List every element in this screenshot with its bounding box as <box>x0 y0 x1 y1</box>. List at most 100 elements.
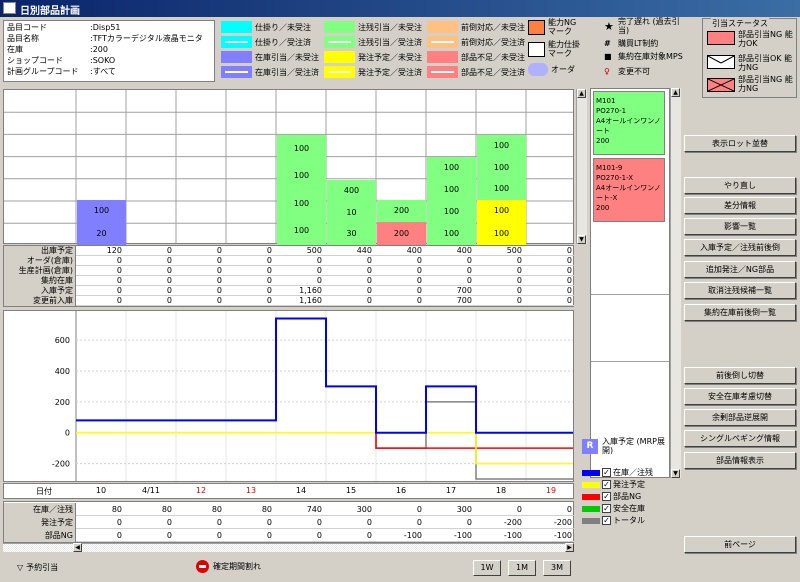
allocation-block[interactable]: 100 20 <box>77 200 126 245</box>
date-label: 日付 <box>36 487 52 496</box>
action-button[interactable]: 余剰部品逆展開 <box>684 409 796 426</box>
scroll-up-icon[interactable]: ▲ <box>577 89 586 98</box>
summary-cell: 80 <box>111 505 122 514</box>
square-icon: ■ <box>604 52 612 61</box>
date-cell: 15 <box>345 486 357 495</box>
allocation-block[interactable]: 100 100 100 100 <box>427 157 476 245</box>
action-button[interactable]: 集約在庫前後倒一覧 <box>684 304 796 321</box>
summary-cell: 0 <box>366 518 372 527</box>
lot-card[interactable]: M101-9 PO270-1-X A4オールインワンノート-X 200 <box>593 158 665 222</box>
y-tick-label: 400 <box>55 367 70 376</box>
qty-cell: 0 <box>516 296 522 305</box>
check-icon[interactable]: ✓ <box>602 516 611 525</box>
y-tick-label: 0 <box>65 429 70 438</box>
allocation-block[interactable]: 100 100 100 100 <box>277 135 326 245</box>
action-button[interactable]: 前後倒し切替 <box>684 367 796 384</box>
quantity-row: 集約在庫 0 0 0 0 0 0 0 0 0 0 <box>4 276 575 286</box>
allocation-grid[interactable]: 100 20 100 100 100 100 400 10 30 200 200 100 100 100 1… <box>3 89 574 245</box>
qty-cell: 0 <box>366 296 372 305</box>
series-checkbox[interactable]: ✓ 在庫／注残 <box>582 467 653 478</box>
summary-cell: -100 <box>553 531 572 540</box>
legend-item: 在庫引当／受注済 <box>221 65 319 79</box>
summary-cell: 0 <box>216 518 222 527</box>
action-button[interactable]: 追加発注／NG部品 <box>684 261 796 278</box>
action-button[interactable]: 安全在庫考慮切替 <box>684 388 796 405</box>
status-ok-ng-label: 部品引当OK 能力NG <box>738 54 793 72</box>
action-button[interactable]: 部品情報表示 <box>684 452 796 469</box>
lot-scroll-up-icon[interactable]: ▲ <box>671 88 680 97</box>
legend-label: 注残引当／未受注 <box>358 22 422 32</box>
lot-card[interactable]: M101 PO270-1 A4オールインワンノート 200 <box>593 91 665 155</box>
legend-item: 注残引当／受注済 <box>324 35 422 49</box>
action-button[interactable]: 入庫予定／注残前後倒 <box>684 239 796 256</box>
scroll-left-icon[interactable]: ◀ <box>73 543 82 552</box>
allocation-block[interactable]: 200 <box>377 200 426 222</box>
block-qty: 100 <box>493 162 510 172</box>
legend-item: 注残引当／未受注 <box>324 20 422 34</box>
series-color-swatch <box>582 517 600 524</box>
allocation-block[interactable]: 200 <box>377 222 426 245</box>
action-button[interactable]: やり直し <box>684 177 796 194</box>
check-icon[interactable]: ✓ <box>602 480 611 489</box>
scroll-down-icon[interactable]: ▼ <box>577 235 586 244</box>
grid-vscroll[interactable]: ▲ ▼ <box>576 89 587 244</box>
check-icon[interactable]: ✓ <box>602 492 611 501</box>
action-button[interactable]: 差分情報 <box>684 197 796 214</box>
scroll-right-icon[interactable]: ▶ <box>565 543 574 552</box>
qty-cell: 0 <box>166 276 172 285</box>
table-hscroll[interactable]: ◀ ▶ <box>3 543 574 552</box>
lot-vscroll[interactable]: ▲ ▼ <box>670 88 681 478</box>
action-button[interactable]: 取消注残候補一覧 <box>684 282 796 299</box>
action-button[interactable]: シングルペギング情報 <box>684 430 796 447</box>
y-tick-label: -200 <box>52 460 70 469</box>
block-qty: 100 <box>443 229 460 238</box>
qty-cell: 0 <box>166 286 172 295</box>
qty-cell: 500 <box>306 246 322 255</box>
series-color-swatch <box>582 469 600 476</box>
hash-icon: # <box>604 39 611 48</box>
qty-cell: 0 <box>116 276 122 285</box>
series-checkbox[interactable]: ✓ 安全在庫 <box>582 503 645 514</box>
action-button[interactable]: 表示ロット並替 <box>684 135 796 152</box>
allocation-block[interactable]: 100 100 100 <box>477 135 526 200</box>
status-caption: 引当ステータス <box>711 18 769 29</box>
series-checkbox[interactable]: ✓ 発注予定 <box>582 479 645 490</box>
kakutei-legend: 確定期間割れ <box>196 560 261 573</box>
qty-cell: 0 <box>366 266 372 275</box>
row-label: 部品NG <box>4 529 76 542</box>
shikake-mark-icon <box>528 41 545 57</box>
qty-cell: 0 <box>216 296 222 305</box>
row-label: 集約在庫 <box>4 276 76 286</box>
qty-cell: 0 <box>566 256 572 265</box>
summary-cell: 0 <box>516 505 522 514</box>
action-button[interactable]: 前ページ <box>684 536 796 553</box>
series-checkbox[interactable]: ✓ トータル <box>582 515 645 526</box>
qty-cell: 120 <box>106 246 122 255</box>
summary-table: 在庫／注残 80 80 80 80 740 300 0 300 0 0 発注予定 0 0 0 0 0 0 0 0 -20… <box>3 501 575 543</box>
lot-line: M101 <box>596 97 616 105</box>
info-row: 在庫:200 <box>4 44 214 55</box>
status-ng-ok-label: 部品引当NG 能力OK <box>738 30 793 48</box>
series-checkbox[interactable]: ✓ 部品NG <box>582 491 641 502</box>
row-label: オーダ(倉庫) <box>4 256 76 266</box>
action-button[interactable]: 影響一覧 <box>684 218 796 235</box>
lot-list[interactable]: M101 PO270-1 A4オールインワンノート 200 M101-9 PO270-1-… <box>590 88 670 478</box>
row-label: 生産計画(倉庫) <box>4 266 76 276</box>
range-1w-button[interactable]: 1W <box>473 560 501 576</box>
qty-cell: 0 <box>416 276 422 285</box>
range-1m-button[interactable]: 1M <box>508 560 536 576</box>
range-3m-button[interactable]: 3M <box>543 560 571 576</box>
lot-scroll-down-icon[interactable]: ▼ <box>671 469 680 478</box>
check-icon[interactable]: ✓ <box>602 504 611 513</box>
allocation-block[interactable]: 100 100 <box>477 200 526 245</box>
legend-item: 前倒対応／未受注 <box>427 20 525 34</box>
qty-cell: 0 <box>166 266 172 275</box>
check-icon[interactable]: ✓ <box>602 468 611 477</box>
qty-cell: 0 <box>566 246 572 255</box>
legend-swatch <box>221 51 252 63</box>
qty-cell: 0 <box>216 256 222 265</box>
lt-label: 購買LT制約 <box>618 39 659 48</box>
summary-cell: -200 <box>503 518 522 527</box>
allocation-block[interactable]: 400 10 30 <box>327 180 376 245</box>
legend-item: 在庫引当／未受注 <box>221 50 319 64</box>
